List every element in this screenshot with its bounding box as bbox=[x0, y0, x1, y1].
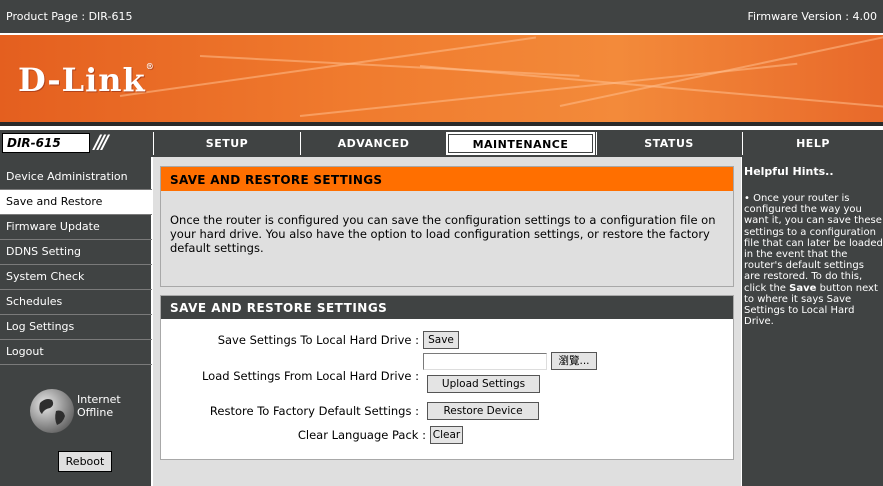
tab-status[interactable]: STATUS bbox=[596, 132, 741, 155]
banner: D-Link® bbox=[0, 35, 883, 126]
help-title: Helpful Hints.. bbox=[744, 165, 834, 178]
restore-defaults-label: Restore To Factory Default Settings : bbox=[209, 404, 419, 418]
settings-header: SAVE AND RESTORE SETTINGS bbox=[161, 296, 733, 319]
sidebar-item-save-and-restore[interactable]: Save and Restore bbox=[0, 190, 152, 215]
save-settings-label: Save Settings To Local Hard Drive : bbox=[217, 333, 419, 347]
config-file-input[interactable] bbox=[423, 353, 547, 370]
save-button[interactable]: Save bbox=[423, 331, 459, 349]
intro-text: Once the router is configured you can sa… bbox=[170, 213, 716, 255]
help-text: • Once your router is configured the way… bbox=[744, 193, 883, 328]
banner-stripe bbox=[559, 35, 883, 107]
globe-icon bbox=[30, 389, 74, 433]
internet-status-label: Internet bbox=[77, 393, 121, 406]
internet-status-value: Offline bbox=[77, 406, 114, 419]
model-badge: DIR-615 /// bbox=[2, 131, 149, 155]
dlink-logo: D-Link® bbox=[18, 61, 155, 99]
banner-stripe bbox=[119, 36, 537, 97]
tab-maintenance[interactable]: MAINTENANCE bbox=[446, 132, 595, 155]
sidebar-item-log-settings[interactable]: Log Settings bbox=[0, 315, 152, 340]
main-content: SAVE AND RESTORE SETTINGS Once the route… bbox=[153, 157, 741, 486]
sidebar-item-system-check[interactable]: System Check bbox=[0, 265, 152, 290]
intro-header: SAVE AND RESTORE SETTINGS bbox=[161, 167, 733, 191]
upload-settings-button[interactable]: Upload Settings bbox=[427, 375, 540, 393]
restore-device-button[interactable]: Restore Device bbox=[427, 402, 539, 420]
sidebar-item-firmware-update[interactable]: Firmware Update bbox=[0, 215, 152, 240]
internet-status: Internet Offline bbox=[77, 393, 121, 419]
tab-setup[interactable]: SETUP bbox=[153, 132, 300, 155]
clear-button[interactable]: Clear bbox=[430, 426, 463, 444]
help-panel: Helpful Hints.. • Once your router is co… bbox=[742, 157, 883, 486]
product-page-label: Product Page : DIR-615 bbox=[6, 10, 133, 23]
sidebar-item-ddns-setting[interactable]: DDNS Setting bbox=[0, 240, 152, 265]
model-slash-decoration: /// bbox=[94, 131, 109, 153]
sidebar-item-schedules[interactable]: Schedules bbox=[0, 290, 152, 315]
settings-panel: SAVE AND RESTORE SETTINGS Save Settings … bbox=[160, 295, 734, 460]
tab-help[interactable]: HELP bbox=[742, 132, 883, 155]
reboot-button[interactable]: Reboot bbox=[58, 451, 112, 472]
clear-language-pack-label: Clear Language Pack : bbox=[297, 428, 426, 442]
sidebar-item-logout[interactable]: Logout bbox=[0, 340, 152, 365]
tab-advanced[interactable]: ADVANCED bbox=[300, 132, 446, 155]
main-nav: DIR-615 /// SETUP ADVANCED MAINTENANCE S… bbox=[0, 130, 883, 157]
sidebar-item-device-administration[interactable]: Device Administration bbox=[0, 165, 152, 190]
intro-panel: SAVE AND RESTORE SETTINGS Once the route… bbox=[160, 166, 734, 287]
top-bar: Product Page : DIR-615 Firmware Version … bbox=[0, 0, 883, 34]
model-name: DIR-615 bbox=[2, 133, 90, 153]
load-settings-label: Load Settings From Local Hard Drive : bbox=[201, 369, 419, 383]
sidebar: Device Administration Save and Restore F… bbox=[0, 157, 152, 486]
browse-button[interactable]: 瀏覽... bbox=[551, 352, 597, 370]
firmware-version-label: Firmware Version : 4.00 bbox=[747, 10, 877, 23]
